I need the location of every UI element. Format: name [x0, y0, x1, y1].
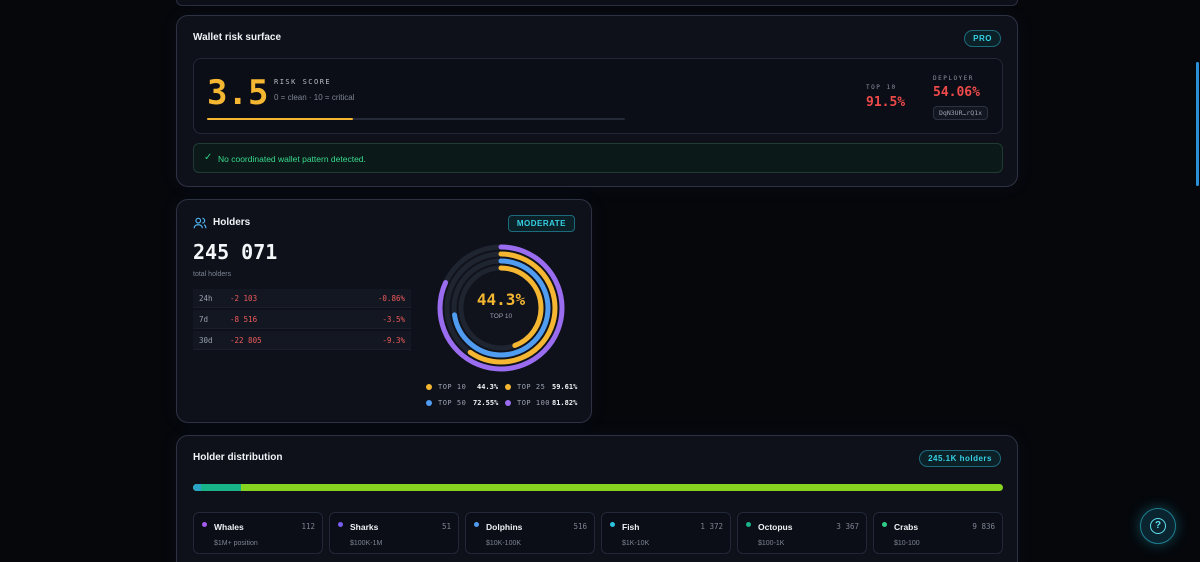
tier-name: Sharks — [350, 522, 379, 532]
deployer-address[interactable]: DqN3UR…rQ1x — [933, 106, 989, 120]
holders-count-badge: 245.1K holders — [919, 450, 1001, 467]
tier-crabs[interactable]: Crabs 9 836 $10-100 — [873, 512, 1003, 554]
tier-name: Fish — [622, 522, 640, 532]
tier-count: 1 372 — [700, 522, 723, 531]
tier-count: 51 — [441, 522, 451, 531]
change-abs: -22 805 — [230, 336, 262, 345]
tier-dolphins[interactable]: Dolphins 516 $10K-100K — [465, 512, 595, 554]
tier-range: $1K-10K — [622, 540, 650, 547]
legend-item-top25: TOP 25 59.61% — [505, 383, 585, 391]
holders-card: Holders MODERATE 245 071 total holders 2… — [176, 199, 592, 423]
tier-dot — [202, 522, 207, 527]
table-row: 7d -8 516 -3.5% — [193, 310, 411, 329]
legend-dot — [426, 400, 432, 406]
tier-count: 9 836 — [972, 522, 995, 531]
top10-value: 91.5% — [866, 95, 906, 110]
legend-label: TOP 100 — [517, 399, 551, 407]
users-icon — [193, 217, 207, 229]
legend-value: 59.61% — [552, 383, 578, 391]
risk-card-title: Wallet risk surface — [193, 32, 282, 43]
tier-name: Whales — [214, 522, 244, 532]
tier-fish[interactable]: Fish 1 372 $1K-10K — [601, 512, 731, 554]
coordination-alert: ✓ No coordinated wallet pattern detected… — [193, 143, 1003, 173]
change-abs: -2 103 — [230, 294, 258, 303]
tier-octopus[interactable]: Octopus 3 367 $100-1K — [737, 512, 867, 554]
tier-name: Crabs — [894, 522, 919, 532]
page-scrollbar[interactable] — [1196, 62, 1199, 186]
risk-score-label: RISK SCORE — [274, 78, 332, 86]
legend-item-top50: TOP 50 72.55% — [426, 399, 506, 407]
legend-dot — [426, 384, 432, 390]
tier-range: $1M+ position — [214, 540, 258, 547]
tier-count: 112 — [301, 522, 315, 531]
legend-item-top10: TOP 10 44.3% — [426, 383, 506, 391]
legend-label: TOP 10 — [438, 383, 467, 391]
help-icon: ? — [1150, 518, 1166, 534]
distribution-title: Holder distribution — [193, 452, 283, 463]
legend-dot — [505, 400, 511, 406]
legend-label: TOP 25 — [517, 383, 546, 391]
tier-range: $10K-100K — [486, 540, 522, 547]
legend-value: 72.55% — [473, 399, 499, 407]
deployer-label: DEPLOYER — [933, 75, 974, 82]
tier-range: $100-1K — [758, 540, 785, 547]
check-icon: ✓ — [204, 152, 213, 163]
tier-dot — [746, 522, 751, 527]
change-pct: -9.3% — [382, 336, 405, 345]
legend-value: 44.3% — [477, 383, 499, 391]
top10-label: TOP 10 — [866, 84, 897, 91]
change-period: 7d — [199, 315, 209, 324]
change-period: 24h — [199, 294, 213, 303]
previous-card-edge — [176, 0, 1018, 6]
tier-range: $10-100 — [894, 540, 920, 547]
change-abs: -8 516 — [230, 315, 258, 324]
change-period: 30d — [199, 336, 213, 345]
risk-score-track — [207, 118, 625, 120]
tier-count: 516 — [573, 522, 587, 531]
legend-label: TOP 50 — [438, 399, 467, 407]
distribution-segment-first — [193, 484, 201, 491]
risk-score-panel: 3.5 RISK SCORE 0 = clean · 10 = critical… — [193, 58, 1003, 134]
change-pct: -0.86% — [377, 294, 405, 303]
help-button[interactable]: ? — [1140, 508, 1176, 544]
table-row: 30d -22 805 -9.3% — [193, 331, 411, 350]
risk-score-value: 3.5 — [207, 73, 269, 113]
distribution-bar — [193, 484, 1003, 491]
legend-value: 81.82% — [552, 399, 578, 407]
change-pct: -3.5% — [382, 315, 405, 324]
tier-sharks[interactable]: Sharks 51 $100K-1M — [329, 512, 459, 554]
donut-value: 44.3% — [476, 290, 526, 309]
tier-name: Dolphins — [486, 522, 523, 532]
donut-label: TOP 10 — [489, 313, 513, 320]
distribution-segment-second — [201, 484, 241, 491]
tier-dot — [338, 522, 343, 527]
tier-dot — [882, 522, 887, 527]
deployer-value: 54.06% — [933, 85, 980, 100]
holders-caption: total holders — [193, 271, 232, 278]
tier-count: 3 367 — [836, 522, 859, 531]
tier-whales[interactable]: Whales 112 $1M+ position — [193, 512, 323, 554]
risk-score-scale: 0 = clean · 10 = critical — [274, 93, 355, 102]
tier-dot — [474, 522, 479, 527]
tier-name: Octopus — [758, 522, 793, 532]
alert-text: No coordinated wallet pattern detected. — [218, 154, 366, 164]
tier-range: $100K-1M — [350, 540, 383, 547]
holder-change-table: 24h -2 103 -0.86% 7d -8 516 -3.5% 30d -2… — [193, 289, 411, 352]
holders-total: 245 071 — [193, 240, 278, 264]
risk-score-fill — [207, 118, 354, 120]
tier-dot — [610, 522, 615, 527]
legend-item-top100: TOP 100 81.82% — [505, 399, 585, 407]
pro-badge: PRO — [964, 30, 1001, 47]
holder-distribution-card: Holder distribution 245.1K holders Whale… — [176, 435, 1018, 562]
moderate-badge: MODERATE — [507, 215, 575, 232]
holders-title: Holders — [213, 217, 251, 228]
legend-dot — [505, 384, 511, 390]
wallet-risk-card: Wallet risk surface PRO 3.5 RISK SCORE 0… — [176, 15, 1018, 187]
table-row: 24h -2 103 -0.86% — [193, 289, 411, 308]
